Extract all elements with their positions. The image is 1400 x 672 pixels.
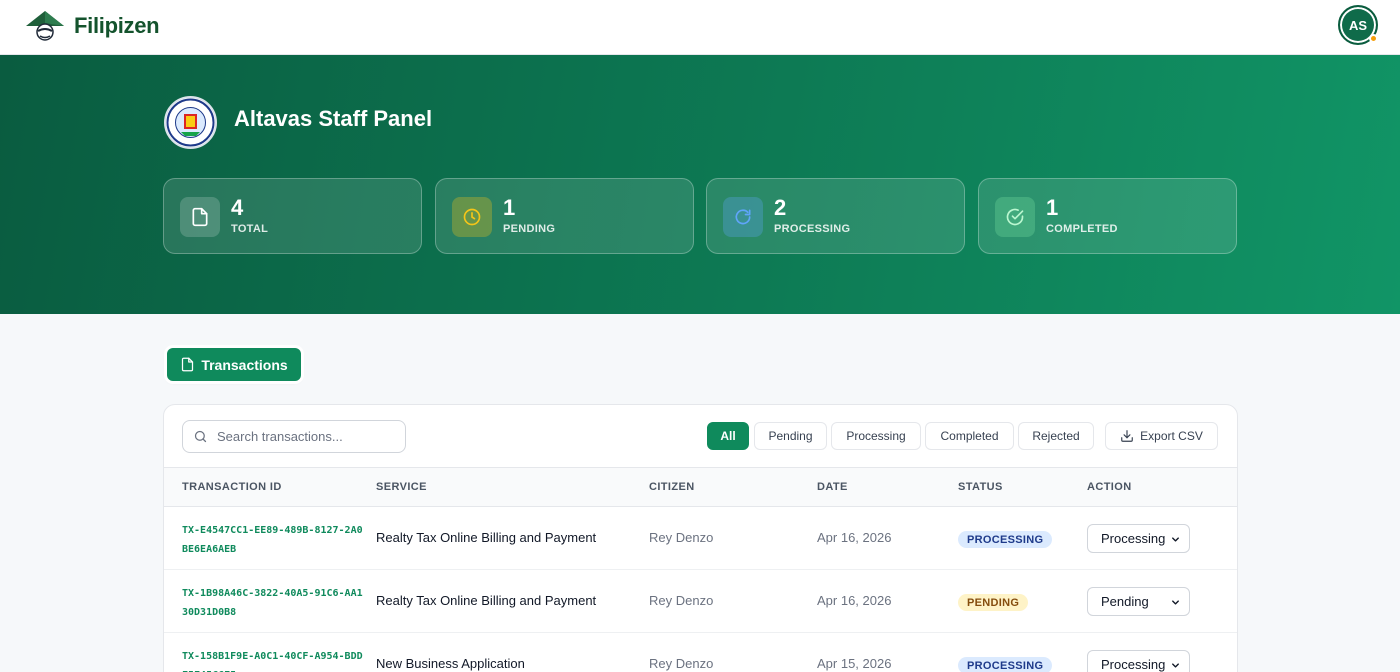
- status-select-value: Processing: [1101, 657, 1166, 672]
- export-label: Export CSV: [1140, 429, 1203, 443]
- column-header: CITIZEN: [649, 481, 695, 493]
- column-header: STATUS: [958, 481, 1003, 493]
- stat-value: 2: [774, 195, 787, 220]
- stat-card-total: 4 TOTAL: [163, 178, 422, 254]
- stat-card-pending: 1 PENDING: [435, 178, 694, 254]
- transaction-id-link[interactable]: TX-1B98A46C-3822-40A5-91C6-AA130D31D0B8: [182, 584, 367, 622]
- municipal-seal-icon: [164, 96, 217, 149]
- filter-rejected[interactable]: Rejected: [1018, 422, 1094, 450]
- stat-label: COMPLETED: [1046, 223, 1118, 235]
- search-input[interactable]: [217, 429, 387, 444]
- table-header: TRANSACTION ID SERVICE CITIZEN DATE STAT…: [164, 467, 1237, 507]
- export-csv-button[interactable]: Export CSV: [1105, 422, 1218, 450]
- stat-value: 4: [231, 195, 244, 220]
- transaction-id-link[interactable]: TX-E4547CC1-EE89-489B-8127-2A0BE6EA6AEB: [182, 521, 367, 559]
- user-initials: AS: [1348, 17, 1368, 33]
- status-select[interactable]: Processing: [1087, 650, 1190, 672]
- transaction-id-link[interactable]: TX-158B1F9E-A0C1-40CF-A954-BDDF5F45C6E5: [182, 647, 367, 672]
- transaction-date: Apr 15, 2026: [817, 656, 892, 671]
- column-header: DATE: [817, 481, 848, 493]
- status-select[interactable]: Processing: [1087, 524, 1190, 553]
- filter-all[interactable]: All: [707, 422, 749, 450]
- document-icon: [180, 197, 220, 237]
- brand-logo[interactable]: Filipizen: [24, 8, 160, 44]
- status-select-value: Processing: [1101, 531, 1166, 546]
- top-navbar: Filipizen AS: [0, 0, 1400, 55]
- chevron-down-icon: [1172, 663, 1179, 668]
- search-box[interactable]: [182, 420, 406, 453]
- service-name: New Business Application: [376, 656, 525, 671]
- status-badge: PROCESSING: [958, 531, 1053, 548]
- refresh-icon: [723, 197, 763, 237]
- column-header: SERVICE: [376, 481, 427, 493]
- citizen-name: Rey Denzo: [649, 530, 714, 545]
- table-row: TX-E4547CC1-EE89-489B-8127-2A0BE6EA6AEB …: [164, 507, 1237, 570]
- transactions-card: All Pending Processing Completed Rejecte…: [163, 404, 1238, 672]
- stat-value: 1: [503, 195, 516, 220]
- filter-processing[interactable]: Processing: [831, 422, 921, 450]
- salakot-logo-icon: [26, 11, 64, 41]
- filter-pending[interactable]: Pending: [754, 422, 827, 450]
- search-icon: [194, 430, 207, 443]
- transaction-date: Apr 16, 2026: [817, 593, 892, 608]
- tab-label: Transactions: [201, 356, 288, 373]
- filter-completed[interactable]: Completed: [925, 422, 1014, 450]
- column-header: ACTION: [1087, 481, 1132, 493]
- tab-transactions[interactable]: Transactions: [167, 348, 301, 381]
- citizen-name: Rey Denzo: [649, 593, 714, 608]
- check-circle-icon: [995, 197, 1035, 237]
- chevron-down-icon: [1172, 537, 1179, 542]
- stat-card-completed: 1 COMPLETED: [978, 178, 1237, 254]
- service-name: Realty Tax Online Billing and Payment: [376, 530, 597, 545]
- status-dot: [1369, 34, 1378, 43]
- status-select-value: Pending: [1101, 594, 1149, 609]
- user-avatar[interactable]: AS: [1338, 5, 1378, 45]
- stat-value: 1: [1046, 195, 1059, 220]
- table-row: TX-1B98A46C-3822-40A5-91C6-AA130D31D0B8 …: [164, 570, 1237, 633]
- service-name: Realty Tax Online Billing and Payment: [376, 593, 597, 608]
- document-icon: [182, 357, 194, 372]
- status-select[interactable]: Pending: [1087, 587, 1190, 616]
- table-row: TX-158B1F9E-A0C1-40CF-A954-BDDF5F45C6E5 …: [164, 633, 1237, 672]
- clock-icon: [452, 197, 492, 237]
- column-header: TRANSACTION ID: [182, 481, 282, 493]
- stat-label: PROCESSING: [774, 223, 851, 235]
- page-title: Altavas Staff Panel: [234, 106, 433, 131]
- download-icon: [1121, 430, 1133, 442]
- status-badge: PENDING: [958, 594, 1029, 611]
- transaction-date: Apr 16, 2026: [817, 530, 892, 545]
- stat-label: TOTAL: [231, 223, 269, 235]
- stat-label: PENDING: [503, 223, 556, 235]
- stat-card-processing: 2 PROCESSING: [706, 178, 965, 254]
- status-badge: PROCESSING: [958, 657, 1053, 672]
- chevron-down-icon: [1172, 600, 1179, 605]
- citizen-name: Rey Denzo: [649, 656, 714, 671]
- brand-name: Filipizen: [74, 13, 160, 38]
